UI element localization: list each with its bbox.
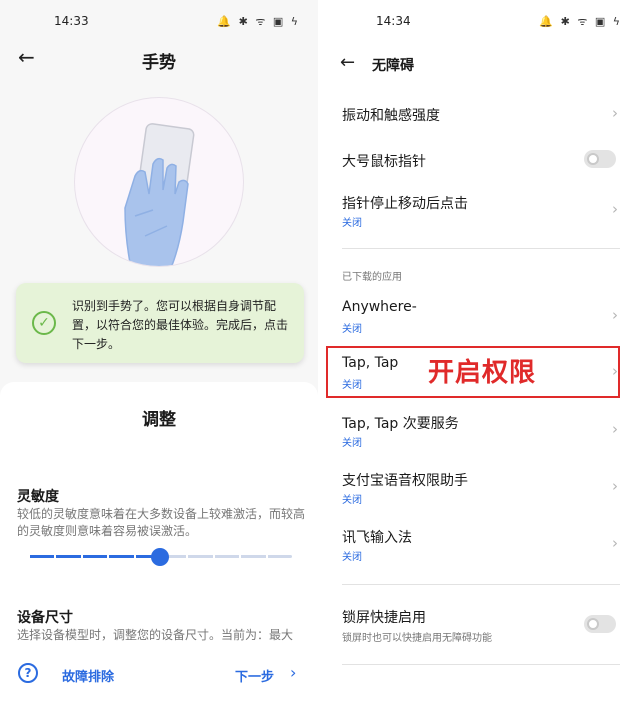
chevron-right-icon: › [612, 104, 618, 122]
slider-tick [212, 554, 215, 559]
app-title: 讯飞输入法 [342, 530, 412, 546]
app-alipay-voice[interactable]: 支付宝语音权限助手 关闭 › [322, 463, 640, 511]
adjust-title: 调整 [142, 410, 176, 430]
chevron-right-icon: › [612, 477, 618, 495]
app-title: 支付宝语音权限助手 [342, 473, 468, 489]
lockscreen-shortcut-toggle[interactable] [584, 615, 616, 633]
large-pointer-toggle[interactable] [584, 150, 616, 168]
page-title: 无障碍 [372, 58, 414, 74]
slider-tick [186, 554, 189, 559]
setting-large-pointer[interactable]: 大号鼠标指针 [322, 142, 640, 178]
toggle-knob [587, 153, 599, 165]
slider-tick [239, 554, 242, 559]
setting-title: 振动和触感强度 [342, 108, 440, 124]
check-circle-icon: ✓ [32, 311, 56, 335]
slider-knob[interactable] [151, 548, 169, 566]
setting-title: 指针停止移动后点击 [342, 196, 468, 212]
section-downloaded-apps: 已下载的应用 [342, 272, 402, 283]
slider-tick [292, 554, 294, 559]
app-status: 关闭 [342, 438, 362, 449]
gesture-screen: 14:33 🔔 ✱ ᯤ ▣ ϟ ← 手势 ✓ 识别到手势了。您可以根据自身调节配… [0, 0, 318, 707]
slider-tick [133, 554, 136, 559]
slider-tick [80, 554, 83, 559]
troubleshoot-button[interactable]: 故障排除 [62, 666, 114, 685]
app-title: Anywhere- [342, 299, 417, 315]
status-icons: 🔔 ✱ ᯤ ▣ ϟ [539, 15, 622, 28]
slider-tick [28, 554, 30, 559]
device-size-description: 选择设备模型时，调整您的设备尺寸。当前为：最大 [17, 628, 294, 642]
setting-description: 锁屏时也可以快捷启用无障碍功能 [342, 633, 492, 644]
slider-tick [265, 554, 268, 559]
app-taptap-secondary[interactable]: Tap, Tap 次要服务 关闭 › [322, 406, 640, 454]
chevron-right-icon: › [612, 420, 618, 438]
annotation-text: 开启权限 [428, 358, 537, 388]
chevron-right-icon[interactable]: › [290, 663, 296, 682]
app-status: 关闭 [342, 552, 362, 563]
slider-tick [54, 554, 57, 559]
setting-title: 大号鼠标指针 [342, 154, 426, 170]
setting-dwell-click[interactable]: 指针停止移动后点击 关闭 › [322, 186, 640, 234]
sensitivity-slider[interactable] [28, 548, 294, 566]
next-button[interactable]: 下一步 [235, 666, 274, 685]
toast-message: 识别到手势了。您可以根据自身调节配置，以符合您的最佳体验。完成后，点击下一步。 [72, 299, 289, 351]
divider [342, 248, 620, 249]
toggle-knob [587, 618, 599, 630]
status-icons: 🔔 ✱ ᯤ ▣ ϟ [217, 15, 300, 28]
sensitivity-description: 较低的灵敏度意味着在大多数设备上较难激活，而较高的灵敏度则意味着容易被误激活。 [17, 507, 306, 538]
setting-status: 关闭 [342, 218, 362, 229]
app-title: Tap, Tap 次要服务 [342, 416, 459, 432]
help-icon[interactable]: ? [18, 663, 38, 683]
back-arrow-icon[interactable]: ← [340, 52, 355, 73]
app-ifly-input[interactable]: 讯飞输入法 关闭 › [322, 520, 640, 568]
divider [342, 664, 620, 665]
chevron-right-icon: › [612, 200, 618, 218]
setting-lockscreen-shortcut[interactable]: 锁屏快捷启用 锁屏时也可以快捷启用无障碍功能 [322, 600, 640, 648]
app-status: 关闭 [342, 495, 362, 506]
app-status: 关闭 [342, 324, 362, 335]
accessibility-screen: 14:34 🔔 ✱ ᯤ ▣ ϟ ← 无障碍 振动和触感强度 › 大号鼠标指针 指… [322, 0, 640, 707]
gesture-recognized-toast: ✓ 识别到手势了。您可以根据自身调节配置，以符合您的最佳体验。完成后，点击下一步… [16, 283, 304, 363]
sensitivity-label: 灵敏度 [17, 489, 59, 505]
slider-fill [28, 555, 160, 558]
setting-vibration[interactable]: 振动和触感强度 › [322, 96, 640, 132]
status-time: 14:34 [376, 14, 411, 28]
chevron-right-icon: › [612, 534, 618, 552]
slider-tick [107, 554, 110, 559]
status-time: 14:33 [54, 14, 89, 28]
app-anywhere[interactable]: Anywhere- 关闭 › [322, 292, 640, 340]
page-title: 手势 [142, 53, 176, 73]
divider [342, 584, 620, 585]
device-size-label: 设备尺寸 [17, 610, 73, 626]
hand-gesture-illustration [74, 97, 244, 267]
chevron-right-icon: › [612, 306, 618, 324]
setting-title: 锁屏快捷启用 [342, 610, 426, 626]
